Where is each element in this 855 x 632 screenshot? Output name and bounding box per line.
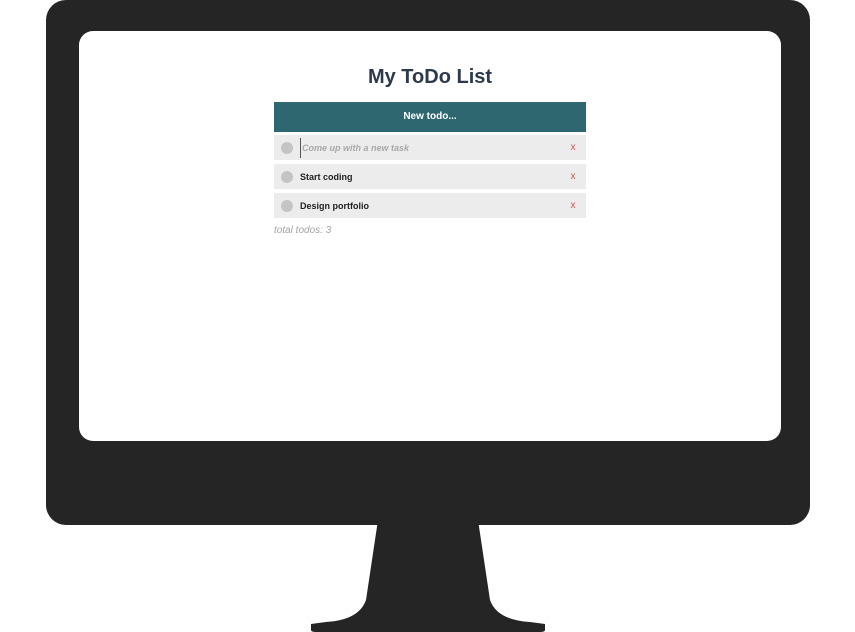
delete-x-icon[interactable]: x xyxy=(566,200,580,211)
monitor-frame: My ToDo List New todo... x Start coding … xyxy=(46,0,810,525)
new-todo-button[interactable]: New todo... xyxy=(274,102,586,132)
checkbox-circle-icon[interactable] xyxy=(281,141,293,154)
monitor-stand xyxy=(311,520,545,632)
task-row: Start coding x xyxy=(274,164,586,189)
checkbox-circle-icon[interactable] xyxy=(281,199,293,212)
todo-app: My ToDo List New todo... x Start coding … xyxy=(274,61,586,236)
task-label: Start coding xyxy=(300,171,353,182)
monitor-screen: My ToDo List New todo... x Start coding … xyxy=(79,31,781,441)
desktop-illustration: My ToDo List New todo... x Start coding … xyxy=(0,0,855,632)
delete-x-icon[interactable]: x xyxy=(566,142,580,153)
new-task-input[interactable] xyxy=(300,137,566,158)
page-title: My ToDo List xyxy=(367,66,493,88)
delete-x-icon[interactable]: x xyxy=(566,171,580,182)
task-label: Design portfolio xyxy=(300,200,369,211)
new-task-row: x xyxy=(274,135,586,160)
total-todos-text: total todos: 3 xyxy=(274,225,332,236)
task-row: Design portfolio x xyxy=(274,193,586,218)
checkbox-circle-icon[interactable] xyxy=(281,170,293,183)
